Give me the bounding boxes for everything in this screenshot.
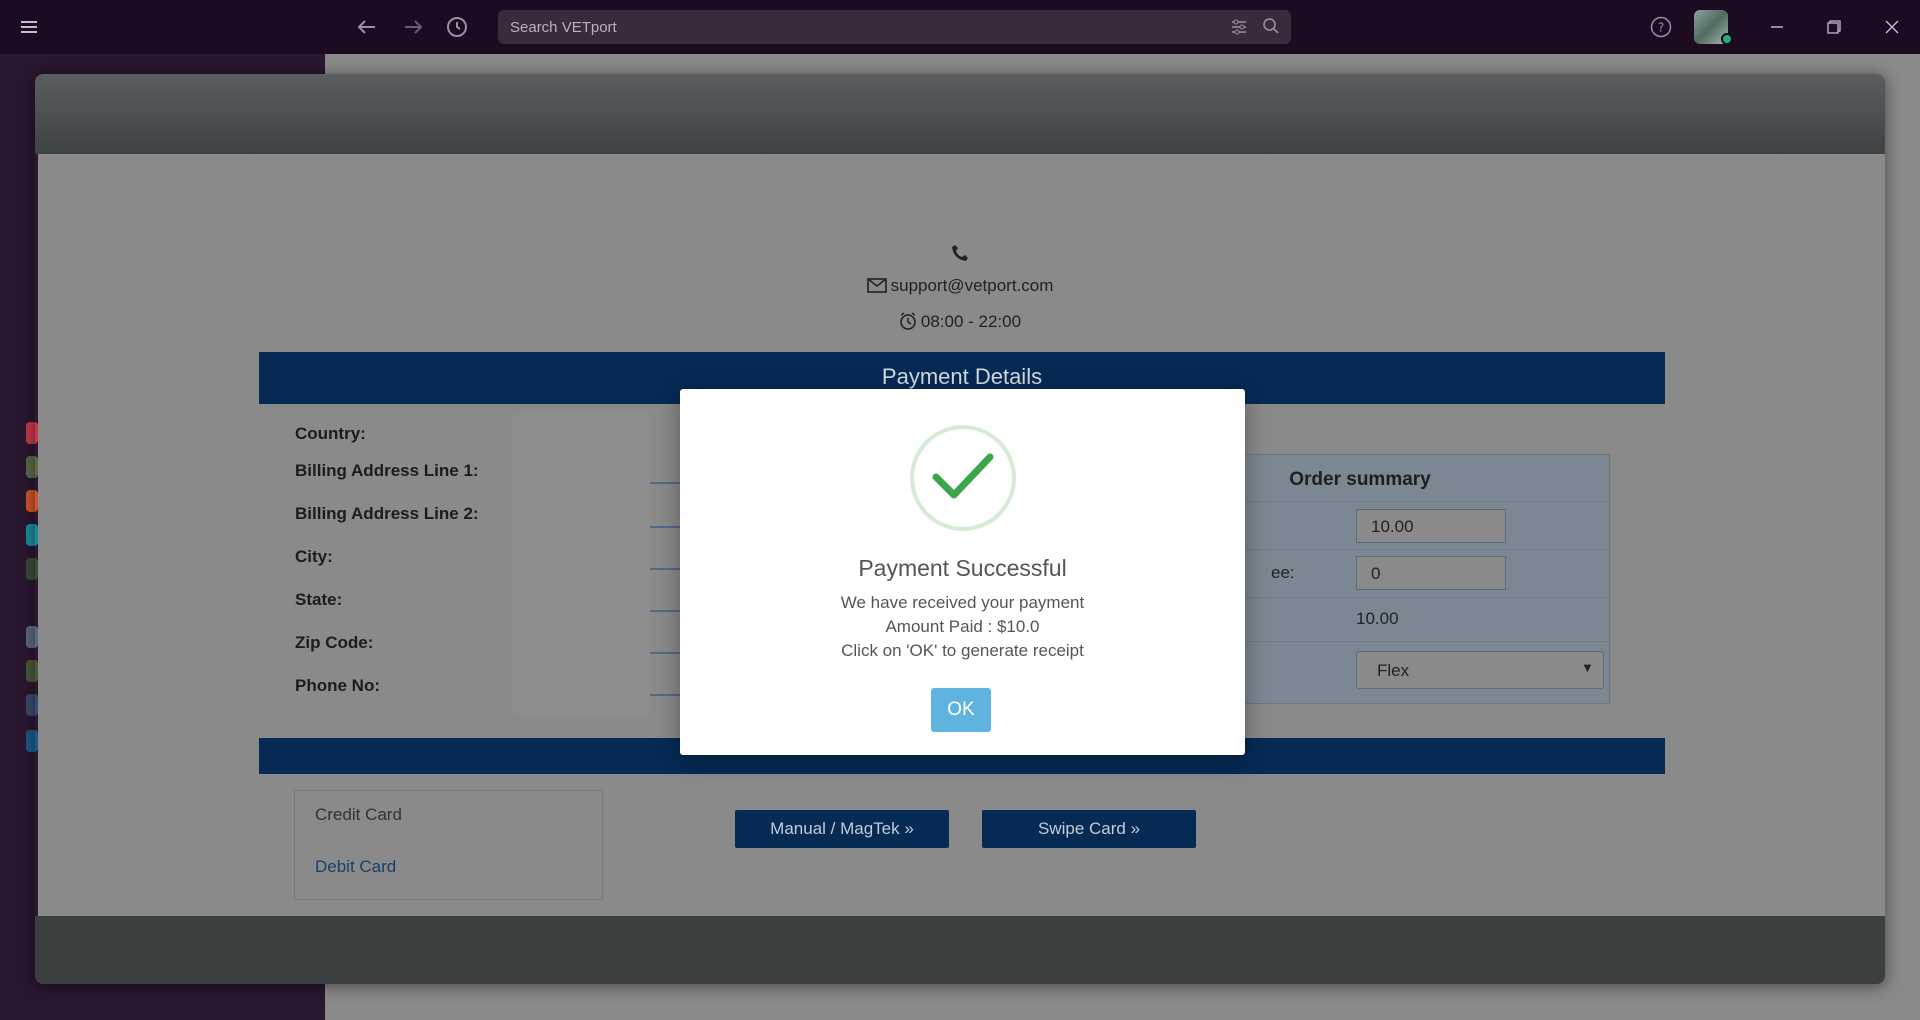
field-label-city: City: xyxy=(295,547,333,566)
email-text: support@vetport.com xyxy=(890,276,1054,295)
back-arrow-icon[interactable] xyxy=(352,12,382,42)
forward-arrow-icon[interactable] xyxy=(398,12,428,42)
field-label-phone: Phone No: xyxy=(295,676,380,695)
field-label-address2: Billing Address Line 2: xyxy=(295,504,479,523)
svg-text:?: ? xyxy=(1658,21,1664,35)
dialog-message-line3: Click on 'OK' to generate receipt xyxy=(841,641,1084,660)
billing-values-blurred xyxy=(512,414,650,714)
title-bar: Search VETport ? xyxy=(0,0,1920,54)
payment-method-select[interactable]: Flex xyxy=(1356,651,1604,689)
close-icon[interactable] xyxy=(1877,12,1907,42)
swipe-card-button[interactable]: Swipe Card » xyxy=(982,810,1196,848)
card-type-tabs: Credit Card Debit Card xyxy=(294,790,603,900)
restore-icon[interactable] xyxy=(1819,12,1849,42)
dialog-title: Payment Successful xyxy=(858,555,1067,581)
manual-magtek-button[interactable]: Manual / MagTek » xyxy=(735,810,949,848)
minimize-icon[interactable] xyxy=(1762,12,1792,42)
help-icon[interactable]: ? xyxy=(1646,12,1676,42)
dialog-amount-paid: Amount Paid : $10.0 xyxy=(885,617,1040,636)
modal-footer xyxy=(35,916,1885,984)
hours-text: 08:00 - 22:00 xyxy=(920,312,1022,331)
field-label-country: Country: xyxy=(295,424,366,443)
mail-icon xyxy=(866,278,887,298)
chevron-down-icon: ▼ xyxy=(1581,660,1594,675)
modal-header xyxy=(35,74,1885,154)
ok-button[interactable]: OK xyxy=(931,688,991,732)
total-value: 10.00 xyxy=(1356,609,1399,628)
search-icon[interactable] xyxy=(1262,17,1280,40)
tab-credit-card[interactable]: Credit Card xyxy=(315,805,402,825)
fee-label: ee: xyxy=(1271,563,1295,582)
search-input[interactable]: Search VETport xyxy=(498,10,1291,44)
menu-icon[interactable] xyxy=(14,12,44,42)
search-placeholder: Search VETport xyxy=(510,19,617,36)
phone-icon xyxy=(38,244,1882,267)
fee-input[interactable]: 0 xyxy=(1356,556,1506,590)
dialog-message-line1: We have received your payment xyxy=(840,593,1085,612)
success-check-icon xyxy=(910,425,1016,531)
field-label-state: State: xyxy=(295,590,343,609)
amount-input[interactable]: 10.00 xyxy=(1356,509,1506,543)
online-status-dot xyxy=(1721,33,1733,45)
alarm-clock-icon xyxy=(899,312,917,335)
support-hours: 08:00 - 22:00 xyxy=(38,312,1882,335)
filter-icon[interactable] xyxy=(1230,18,1248,41)
payment-success-dialog: Payment Successful We have received your… xyxy=(680,389,1245,755)
support-email: support@vetport.com xyxy=(38,276,1882,298)
payment-details-title: Payment Details xyxy=(881,364,1043,389)
history-icon[interactable] xyxy=(442,12,472,42)
field-label-zip: Zip Code: xyxy=(295,633,374,652)
field-label-address1: Billing Address Line 1: xyxy=(295,461,479,480)
tab-debit-card[interactable]: Debit Card xyxy=(315,857,396,877)
